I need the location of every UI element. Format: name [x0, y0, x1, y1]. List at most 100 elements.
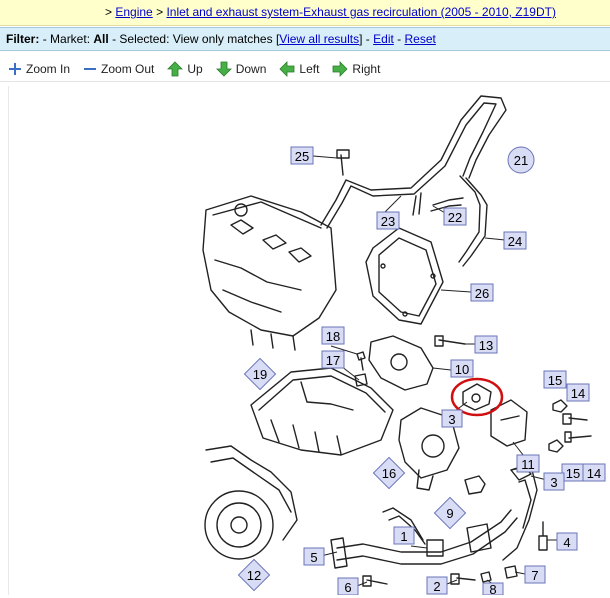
breadcrumb-separator: >	[156, 5, 164, 19]
callout-19-label: 19	[253, 367, 267, 382]
zoom-in-button[interactable]: Zoom In	[8, 62, 70, 76]
zoom-in-icon	[9, 62, 21, 75]
diagram-toolbar: Zoom In Zoom Out Up Down Left Right	[0, 56, 610, 82]
breadcrumb-separator: >	[105, 5, 113, 19]
callout-6[interactable]: 6	[337, 577, 359, 596]
callout-4[interactable]: 4	[556, 532, 578, 551]
callout-14-top[interactable]: 14	[566, 383, 590, 402]
callout-26-label: 26	[475, 286, 489, 301]
edit-link[interactable]: Edit	[373, 32, 394, 46]
callout-7[interactable]: 7	[524, 565, 546, 584]
callout-25-label: 25	[295, 149, 309, 164]
filter-label: Filter:	[6, 32, 40, 46]
pan-up-button[interactable]: Up	[167, 60, 203, 77]
callout-5[interactable]: 5	[303, 547, 325, 566]
zoom-out-button[interactable]: Zoom Out	[83, 62, 154, 76]
pan-right-button[interactable]: Right	[332, 60, 381, 77]
arrow-right-icon	[333, 60, 348, 77]
intake-manifold-drawing	[250, 367, 394, 456]
parts-diagram[interactable]: 21 19 16 9 12 25 23 22 24 26 18 13 17 10…	[8, 86, 610, 597]
callout-16[interactable]: 16	[372, 456, 406, 490]
callout-15-top-label: 15	[548, 373, 562, 388]
callout-3-bottom-label: 3	[550, 475, 557, 490]
callout-1[interactable]: 1	[393, 526, 415, 545]
callout-12[interactable]: 12	[237, 558, 271, 592]
callout-5-label: 5	[310, 550, 317, 565]
filter-dash: -	[397, 32, 402, 46]
callout-11-label: 11	[521, 457, 535, 472]
filter-dash: -	[365, 32, 370, 46]
arrow-down-icon	[215, 61, 232, 77]
engine-block-drawing	[202, 195, 337, 351]
callout-10[interactable]: 10	[450, 359, 474, 378]
leader-lines	[312, 155, 561, 587]
view-all-results-link[interactable]: View all results	[279, 32, 359, 46]
parts-diagram-svg: 21 19 16 9 12 25 23 22 24 26 18 13 17 10…	[202, 95, 606, 597]
callout-23-label: 23	[381, 214, 395, 229]
breadcrumb-egr-link[interactable]: Inlet and exhaust system-Exhaust gas rec…	[166, 5, 556, 19]
callout-3-top-label: 3	[448, 412, 455, 427]
filter-selected-value: View only matches	[172, 32, 273, 46]
bracket-close: ]	[359, 32, 363, 46]
callout-17-label: 17	[326, 353, 340, 368]
callout-22-label: 22	[448, 210, 462, 225]
callout-26[interactable]: 26	[470, 283, 494, 302]
callout-18-label: 18	[326, 329, 340, 344]
callout-2[interactable]: 2	[426, 576, 448, 595]
callout-24-label: 24	[508, 234, 522, 249]
callout-14-bottom-label: 14	[587, 466, 601, 481]
turbocharger-drawing	[204, 445, 298, 560]
callout-12-label: 12	[247, 568, 261, 583]
callout-6-label: 6	[344, 580, 351, 595]
zoom-out-icon	[84, 67, 97, 70]
callout-15-top[interactable]: 15	[543, 370, 567, 389]
callout-24[interactable]: 24	[503, 231, 527, 250]
zoom-in-label: Zoom In	[26, 61, 71, 76]
callout-9[interactable]: 9	[433, 496, 467, 530]
filter-market-value: All	[93, 32, 109, 46]
callout-11[interactable]: 11	[516, 454, 540, 473]
pan-up-label: Up	[187, 61, 203, 76]
callout-22[interactable]: 22	[443, 207, 467, 226]
callout-7-label: 7	[531, 568, 538, 583]
callout-23[interactable]: 23	[376, 211, 400, 230]
callout-15-bottom-label: 15	[566, 466, 580, 481]
callout-19[interactable]: 19	[243, 357, 277, 391]
egr-cooler-drawing	[490, 399, 538, 561]
callout-3-top[interactable]: 3	[441, 409, 463, 428]
egr-pipe-lower-drawing	[330, 509, 518, 569]
filter-selected-prefix: - Selected:	[112, 32, 170, 46]
callout-18[interactable]: 18	[321, 326, 345, 345]
breadcrumb-engine-link[interactable]: Engine	[115, 5, 152, 19]
callout-4-label: 4	[563, 535, 570, 550]
filter-market-prefix: - Market:	[42, 32, 91, 46]
callout-labels: 21 19 16 9 12 25 23 22 24 26 18 13 17 10…	[237, 146, 606, 597]
reset-link[interactable]: Reset	[405, 32, 436, 46]
callout-16-label: 16	[382, 466, 396, 481]
pan-left-label: Left	[299, 61, 320, 76]
callout-2-label: 2	[433, 579, 440, 594]
arrow-left-icon	[279, 60, 295, 77]
pan-right-label: Right	[352, 61, 381, 76]
callout-3-bottom[interactable]: 3	[543, 472, 565, 491]
callout-1-label: 1	[400, 529, 407, 544]
egr-gasket-drawing	[462, 383, 492, 411]
callout-21-label: 21	[514, 153, 528, 168]
heat-shield-drawing	[365, 227, 444, 325]
pan-down-button[interactable]: Down	[215, 61, 267, 77]
zoom-out-label: Zoom Out	[101, 61, 155, 76]
callout-13[interactable]: 13	[474, 335, 498, 354]
pan-left-button[interactable]: Left	[279, 60, 320, 77]
callout-10-label: 10	[455, 362, 469, 377]
callout-14-bottom[interactable]: 14	[582, 463, 606, 482]
callout-8[interactable]: 8	[482, 582, 504, 597]
callout-25[interactable]: 25	[290, 146, 314, 165]
callout-15-bottom[interactable]: 15	[561, 463, 585, 482]
pan-down-label: Down	[235, 61, 267, 76]
egr-pipe-upper-drawing	[320, 95, 507, 267]
callout-13-label: 13	[479, 338, 493, 353]
callout-9-label: 9	[446, 506, 453, 521]
filter-bar: Filter: - Market: All - Selected: View o…	[0, 27, 610, 51]
callout-21[interactable]: 21	[507, 146, 535, 174]
callout-17[interactable]: 17	[321, 350, 345, 369]
